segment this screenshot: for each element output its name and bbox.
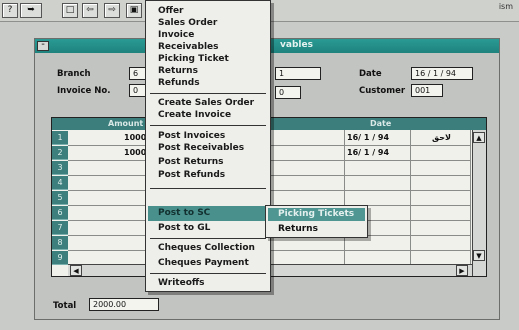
grid-column-divider	[344, 130, 345, 276]
row-number[interactable]: 4	[52, 176, 68, 190]
menu-separator	[150, 238, 266, 239]
grid-column-divider	[410, 130, 411, 276]
menu-item-create-invoice[interactable]: Create Invoice	[158, 110, 231, 120]
menu-separator	[150, 93, 266, 94]
menu-item-invoice[interactable]: Invoice	[158, 30, 194, 40]
date-label: Date	[359, 69, 382, 79]
scroll-left-arrow-icon[interactable]: ◀	[70, 265, 82, 276]
date-cell[interactable]: 16/ 1 / 94	[347, 133, 389, 142]
system-menu-label: ism	[498, 2, 513, 11]
row-number[interactable]: 5	[52, 191, 68, 205]
submenu-item-returns[interactable]: Returns	[278, 224, 318, 234]
exit-button[interactable]: ➥	[20, 3, 42, 18]
menu-item-create-sales-order[interactable]: Create Sales Order	[158, 98, 254, 108]
row-number[interactable]: 9	[52, 251, 68, 265]
first-record-button[interactable]: □	[62, 3, 78, 18]
vertical-scrollbar[interactable]: ▲ ▼	[472, 130, 486, 276]
date-column-header[interactable]: Date	[370, 119, 391, 128]
menu-item-receivables[interactable]: Receivables	[158, 42, 219, 52]
post-to-sc-submenu: Picking Tickets Returns	[265, 205, 368, 238]
row-number[interactable]: 1	[52, 131, 68, 145]
window-system-menu-icon[interactable]: -	[37, 40, 49, 51]
field-1[interactable]: 1	[275, 67, 321, 80]
total-label: Total	[53, 301, 77, 311]
menu-item-post-returns[interactable]: Post Returns	[158, 157, 224, 167]
menu-item-post-refunds[interactable]: Post Refunds	[158, 170, 225, 180]
menu-item-cheques-payment[interactable]: Cheques Payment	[158, 258, 249, 268]
branch-label: Branch	[57, 69, 91, 79]
help-button[interactable]: ?	[2, 3, 18, 18]
menu-item-offer[interactable]: Offer	[158, 6, 183, 16]
customer-label: Customer	[359, 86, 406, 96]
menu-separator	[150, 273, 266, 274]
menu-separator	[150, 188, 266, 189]
window-title: vables	[280, 40, 313, 50]
menu-separator	[150, 125, 266, 126]
scroll-up-arrow-icon[interactable]: ▲	[473, 132, 485, 143]
row-number[interactable]: 8	[52, 236, 68, 250]
menu-item-picking-ticket[interactable]: Picking Ticket	[158, 54, 229, 64]
submenu-item-picking-tickets[interactable]: Picking Tickets	[278, 209, 354, 219]
menu-item-returns[interactable]: Returns	[158, 66, 198, 76]
menu-item-refunds[interactable]: Refunds	[158, 78, 200, 88]
menu-item-post-to-sc[interactable]: Post to SC	[158, 208, 210, 218]
menu-item-post-to-gl[interactable]: Post to GL	[158, 223, 210, 233]
amount-cell[interactable]: 1000	[124, 133, 146, 142]
menu-item-post-invoices[interactable]: Post Invoices	[158, 131, 225, 141]
row-number[interactable]: 7	[52, 221, 68, 235]
scroll-right-arrow-icon[interactable]: ▶	[456, 265, 468, 276]
next-record-button[interactable]: ⇨	[104, 3, 120, 18]
note-cell[interactable]: لاحق	[432, 133, 451, 142]
date-cell[interactable]: 16/ 1 / 94	[347, 148, 389, 157]
scroll-down-arrow-icon[interactable]: ▼	[473, 250, 485, 261]
prev-record-button[interactable]: ⇦	[82, 3, 98, 18]
customer-field[interactable]: 001	[411, 84, 443, 97]
last-record-button[interactable]: ▣	[126, 3, 142, 18]
menu-item-cheques-collection[interactable]: Cheques Collection	[158, 243, 255, 253]
receivables-dropdown-menu: Offer Sales Order Invoice Receivables Pi…	[145, 0, 271, 292]
invoice-no-label: Invoice No.	[57, 86, 111, 96]
field-2[interactable]: 0	[275, 86, 301, 99]
menu-item-post-receivables[interactable]: Post Receivables	[158, 143, 244, 153]
row-number[interactable]: 3	[52, 161, 68, 175]
menu-item-writeoffs[interactable]: Writeoffs	[158, 278, 205, 288]
date-field[interactable]: 16 / 1 / 94	[411, 67, 473, 80]
total-field: 2000.00	[89, 298, 159, 311]
row-number[interactable]: 2	[52, 146, 68, 160]
grid-column-divider	[470, 130, 471, 276]
menu-item-sales-order[interactable]: Sales Order	[158, 18, 217, 28]
amount-cell[interactable]: 1000	[124, 148, 146, 157]
amount-column-header[interactable]: Amount	[108, 119, 143, 128]
row-number[interactable]: 6	[52, 206, 68, 220]
